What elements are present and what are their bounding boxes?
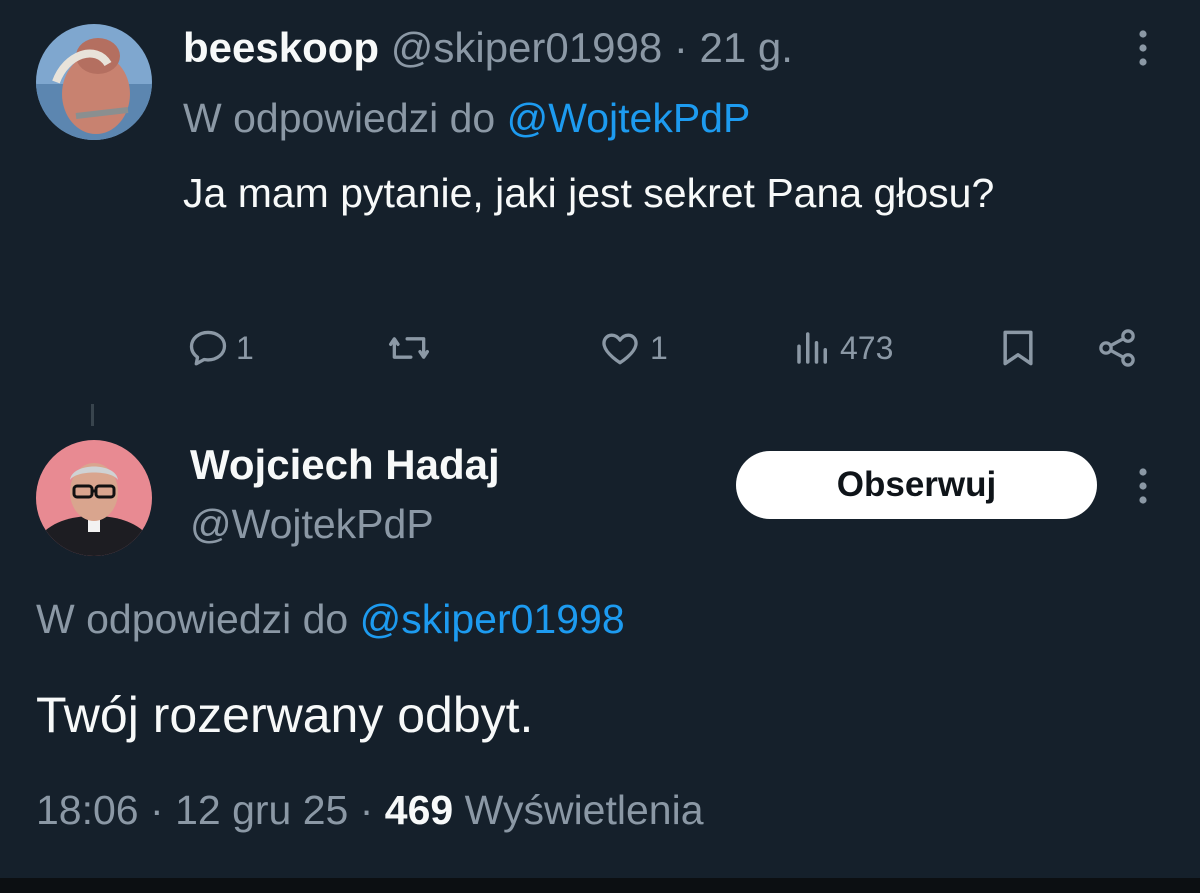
reply-button[interactable]: 1 — [186, 320, 254, 376]
tweet-time[interactable]: 18:06 — [36, 787, 139, 833]
more-icon[interactable] — [1128, 464, 1158, 508]
views-icon — [792, 326, 834, 370]
retweet-icon — [384, 326, 434, 370]
bottom-bar — [0, 878, 1200, 893]
reply-to-link[interactable]: @WojtekPdP — [507, 95, 751, 141]
reply-count: 1 — [236, 329, 254, 366]
tweet-text: Ja mam pytanie, jaki jest sekret Pana gł… — [183, 170, 995, 216]
retweet-button[interactable] — [384, 320, 440, 376]
bookmark-button[interactable] — [996, 320, 1040, 376]
views-count: 473 — [840, 329, 894, 366]
views-button[interactable]: 473 — [792, 320, 893, 376]
like-button[interactable]: 1 — [596, 320, 668, 376]
separator: · — [673, 24, 688, 71]
tweet-header: beeskoop @skiper01998 · 21 g. — [183, 20, 793, 76]
handle[interactable]: @WojtekPdP — [190, 498, 434, 550]
tweet-age[interactable]: 21 g. — [700, 24, 793, 71]
tweet-date[interactable]: 12 gru 25 — [175, 787, 348, 833]
like-count: 1 — [650, 329, 668, 366]
views-count[interactable]: 469 — [385, 787, 453, 833]
follow-button[interactable]: Obserwuj — [736, 451, 1097, 519]
thread-connector-line — [91, 404, 94, 426]
separator: · — [150, 787, 164, 833]
separator: · — [359, 787, 374, 833]
more-icon[interactable] — [1128, 26, 1158, 70]
avatar-wojciech-hadaj[interactable] — [36, 440, 152, 556]
tweet-text: Twój rozerwany odbyt. — [36, 687, 534, 743]
share-button[interactable] — [1094, 320, 1140, 376]
bookmark-icon — [996, 326, 1040, 370]
views-label[interactable]: Wyświetlenia — [465, 787, 704, 833]
reply-context: W odpowiedzi do @skiper01998 — [36, 592, 625, 646]
handle[interactable]: @skiper01998 — [391, 24, 662, 71]
reply-to-link[interactable]: @skiper01998 — [360, 596, 625, 642]
reply-prefix: W odpowiedzi do — [36, 596, 349, 642]
share-icon — [1094, 326, 1140, 370]
display-name[interactable]: beeskoop — [183, 24, 379, 71]
reply-prefix: W odpowiedzi do — [183, 95, 496, 141]
reply-context: W odpowiedzi do @WojtekPdP — [183, 92, 750, 144]
reply-icon — [186, 326, 230, 370]
display-name[interactable]: Wojciech Hadaj — [190, 437, 500, 493]
avatar-beeskoop[interactable] — [36, 24, 152, 140]
tweet-metadata: 18:06 · 12 gru 25 · 469 Wyświetlenia — [36, 783, 704, 837]
like-icon — [596, 326, 644, 370]
